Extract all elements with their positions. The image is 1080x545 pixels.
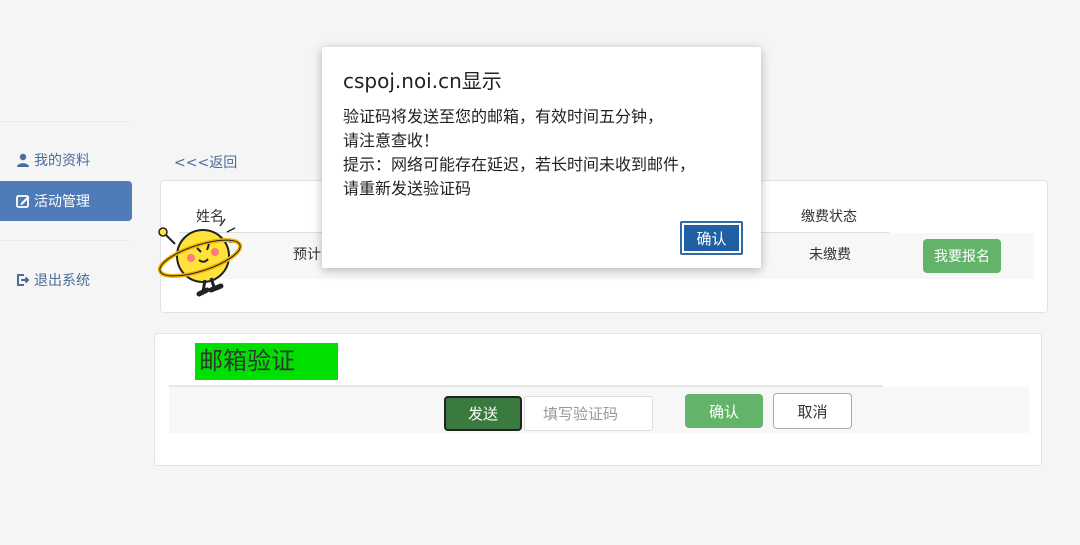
dialog-ok-label: 确认 xyxy=(684,225,739,251)
column-header-fee-status: 缴费状态 xyxy=(801,209,857,225)
sidebar-divider xyxy=(0,240,130,241)
sidebar-item-activity-management[interactable]: 活动管理 xyxy=(0,181,132,221)
email-verify-title: 邮箱验证 xyxy=(195,343,338,380)
register-button[interactable]: 我要报名 xyxy=(923,239,1001,273)
sidebar-item-profile[interactable]: 我的资料 xyxy=(0,140,132,180)
sidebar-item-label: 我的资料 xyxy=(34,153,90,169)
sidebar-item-label: 活动管理 xyxy=(34,194,90,210)
user-icon xyxy=(17,153,29,167)
send-button[interactable]: 发送 xyxy=(444,396,522,431)
sidebar-item-logout[interactable]: 退出系统 xyxy=(0,260,132,300)
alert-dialog: cspoj.noi.cn显示 验证码将发送至您的邮箱，有效时间五分钟， 请注意查… xyxy=(322,47,761,268)
sidebar-item-label: 退出系统 xyxy=(34,273,90,289)
dialog-message-line: 请重新发送验证码 xyxy=(343,179,472,198)
cancel-button[interactable]: 取消 xyxy=(773,393,852,429)
dialog-message-line: 提示：网络可能存在延迟，若长时间未收到邮件， xyxy=(343,155,696,174)
dialog-message-line: 验证码将发送至您的邮箱，有效时间五分钟， xyxy=(343,107,664,126)
mascot-icon xyxy=(157,218,243,297)
dialog-ok-button[interactable]: 确认 xyxy=(680,221,743,255)
row-estimate-text: 预计 xyxy=(293,247,321,263)
logout-icon xyxy=(17,274,30,286)
email-verify-card: 邮箱验证 发送 确认 取消 xyxy=(154,333,1042,466)
confirm-button[interactable]: 确认 xyxy=(685,394,763,428)
edit-icon xyxy=(16,195,30,208)
dialog-message-line: 请注意查收！ xyxy=(343,131,440,150)
verification-code-input[interactable] xyxy=(524,396,653,431)
dialog-message: 验证码将发送至您的邮箱，有效时间五分钟， 请注意查收！ 提示：网络可能存在延迟，… xyxy=(343,105,743,201)
fee-status-value: 未缴费 xyxy=(809,247,851,263)
back-link[interactable]: <<<返回 xyxy=(174,152,237,172)
dialog-title: cspoj.noi.cn显示 xyxy=(343,69,502,93)
sidebar-divider xyxy=(0,121,130,122)
